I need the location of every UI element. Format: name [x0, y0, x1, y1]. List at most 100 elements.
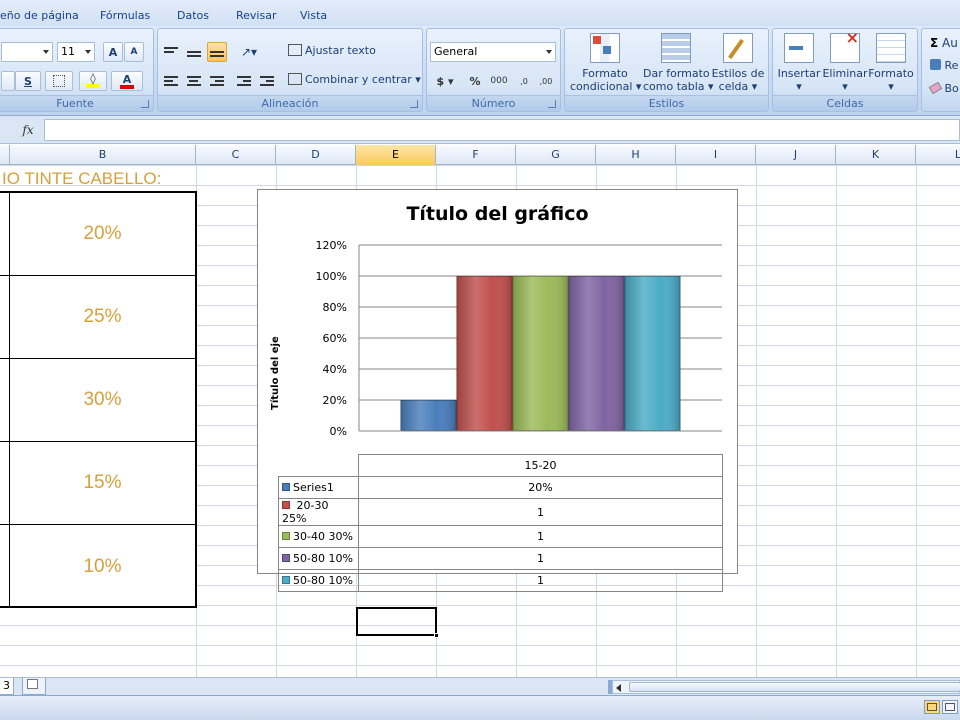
percent-cell[interactable]: 15%	[10, 442, 195, 524]
column-header-h[interactable]: H	[596, 145, 676, 165]
series-name: 50-80 10%	[293, 574, 353, 587]
fill-label: Re	[944, 59, 959, 72]
merge-center-button[interactable]: Combinar y centrar ▾	[288, 73, 421, 86]
y-tick-label: 80%	[323, 301, 347, 314]
column-header-b[interactable]: B	[10, 145, 196, 165]
normal-view-button[interactable]	[924, 700, 940, 714]
align-bottom-icon	[210, 47, 224, 57]
shrink-font-button[interactable]: A	[124, 42, 144, 62]
column-headers: B C D E F G H I J K L	[0, 145, 960, 165]
sheet-title-cell[interactable]: IO TINTE CABELLO:	[2, 169, 161, 189]
grow-font-button[interactable]: A	[103, 42, 123, 62]
borders-button[interactable]	[45, 71, 73, 91]
align-right-button[interactable]	[207, 71, 227, 91]
number-format-combo[interactable]: General	[430, 42, 556, 62]
tab-data[interactable]: Datos	[177, 9, 209, 22]
table-row[interactable]: 20%	[0, 193, 195, 276]
table-row[interactable]: 10%	[0, 525, 195, 608]
column-header-j[interactable]: J	[756, 145, 836, 165]
wrap-text-button[interactable]: Ajustar texto	[288, 44, 376, 57]
align-middle-button[interactable]	[184, 42, 204, 62]
active-cell-e[interactable]	[356, 607, 439, 638]
comma-style-button[interactable]: 000	[487, 71, 511, 91]
font-size-combo[interactable]: 11	[57, 42, 95, 62]
strikethrough-button[interactable]: ​	[1, 71, 15, 91]
decrease-indent-button[interactable]	[234, 71, 254, 91]
y-tick-label: 60%	[323, 332, 347, 345]
font-size-value: 11	[61, 45, 75, 58]
column-header-d[interactable]: D	[276, 145, 356, 165]
legend-entry[interactable]: 30-40 30%	[278, 525, 359, 548]
tab-formulas[interactable]: Fórmulas	[100, 9, 150, 22]
column-header-g[interactable]: G	[516, 145, 596, 165]
tab-review[interactable]: Revisar	[236, 9, 276, 22]
table-row[interactable]: 15%	[0, 442, 195, 525]
increase-decimal-button[interactable]: ,0	[514, 71, 534, 91]
tab-page-layout[interactable]: eño de página	[0, 9, 79, 22]
tab-view[interactable]: Vista	[300, 9, 327, 22]
formula-input[interactable]	[44, 119, 960, 141]
insert-sheet-button[interactable]	[22, 678, 46, 695]
cell-styles-button[interactable]: Estilos de celda ▾	[711, 33, 765, 93]
decrease-decimal-button[interactable]: ,00	[536, 71, 556, 91]
font-group: 11 A A ​ S ◊ A Fuente	[0, 28, 154, 112]
font-name-combo[interactable]	[1, 42, 53, 62]
percent-cell[interactable]: 10%	[10, 525, 195, 608]
fill-handle[interactable]	[434, 633, 439, 638]
increase-indent-button[interactable]	[257, 71, 277, 91]
percent-button[interactable]: %	[465, 71, 485, 91]
cells-group: Insertar ▾ × Eliminar ▾ Formato ▾ Celdas	[772, 28, 918, 112]
alignment-group-title: Alineación	[158, 95, 422, 111]
percent-cell[interactable]: 20%	[10, 193, 195, 275]
delete-cells-button[interactable]: × Eliminar ▾	[822, 30, 868, 94]
legend-entry[interactable]: 20-30 25%	[278, 498, 359, 526]
conditional-format-button[interactable]: Formato condicional ▾	[570, 33, 641, 93]
column-header-f[interactable]: F	[436, 145, 516, 165]
percent-cell[interactable]: 30%	[10, 359, 195, 441]
column-header-partial[interactable]	[0, 145, 10, 165]
table-row[interactable]: 25%	[0, 276, 195, 359]
insert-function-button[interactable]: fx	[14, 121, 42, 139]
format-cells-button[interactable]: Formato ▾	[868, 33, 914, 93]
font-launcher-icon[interactable]	[141, 100, 149, 108]
insert-cells-button[interactable]: Insertar ▾	[776, 33, 822, 93]
eraser-icon	[928, 81, 943, 95]
table-row[interactable]: 30%	[0, 359, 195, 442]
column-header-i[interactable]: I	[676, 145, 756, 165]
fill-button[interactable]: Re	[930, 59, 958, 72]
legend-entry[interactable]: 50-80 10%	[278, 547, 359, 570]
column-header-c[interactable]: C	[196, 145, 276, 165]
underline-button[interactable]: S	[15, 71, 41, 91]
scroll-thumb[interactable]	[629, 682, 960, 692]
orientation-button[interactable]: ↗▾	[234, 42, 264, 62]
legend-entry[interactable]: Series1	[278, 476, 359, 499]
autosum-button[interactable]: Σ Au	[930, 36, 958, 50]
legend-entry[interactable]: 50-80 10%	[278, 569, 359, 592]
column-header-l[interactable]: L	[916, 145, 960, 165]
align-top-icon	[164, 47, 178, 57]
align-left-button[interactable]	[161, 71, 181, 91]
column-header-k[interactable]: K	[836, 145, 916, 165]
fill-color-button[interactable]: ◊	[79, 71, 107, 91]
number-launcher-icon[interactable]	[548, 100, 556, 108]
fill-down-icon	[930, 59, 941, 70]
horizontal-scrollbar[interactable]	[612, 680, 960, 694]
currency-button[interactable]: $ ▾	[430, 71, 460, 91]
alignment-launcher-icon[interactable]	[410, 100, 418, 108]
worksheet-grid[interactable]: IO TINTE CABELLO: 20% 25% 30% 15% 10% Tí…	[0, 165, 960, 677]
clear-button[interactable]: Bo	[928, 81, 959, 95]
column-header-e[interactable]: E	[356, 145, 436, 165]
font-color-button[interactable]: A	[111, 71, 143, 91]
scroll-left-icon[interactable]	[616, 684, 621, 692]
format-as-table-button[interactable]: Dar formato como tabla ▾	[643, 33, 714, 93]
editing-group: Σ Au Re Bo	[921, 28, 960, 112]
percent-cell[interactable]: 25%	[10, 276, 195, 358]
data-table-range: 20% 25% 30% 15% 10%	[0, 191, 197, 608]
sheet-tab[interactable]: 3	[0, 678, 14, 695]
align-center-button[interactable]	[184, 71, 204, 91]
chart-object[interactable]: Título del gráfico Título del eje 0% 20% 4…	[257, 189, 738, 592]
align-bottom-button[interactable]	[207, 42, 227, 62]
align-top-button[interactable]	[161, 42, 181, 62]
align-center-icon	[187, 76, 201, 86]
page-layout-view-button[interactable]	[942, 700, 958, 714]
